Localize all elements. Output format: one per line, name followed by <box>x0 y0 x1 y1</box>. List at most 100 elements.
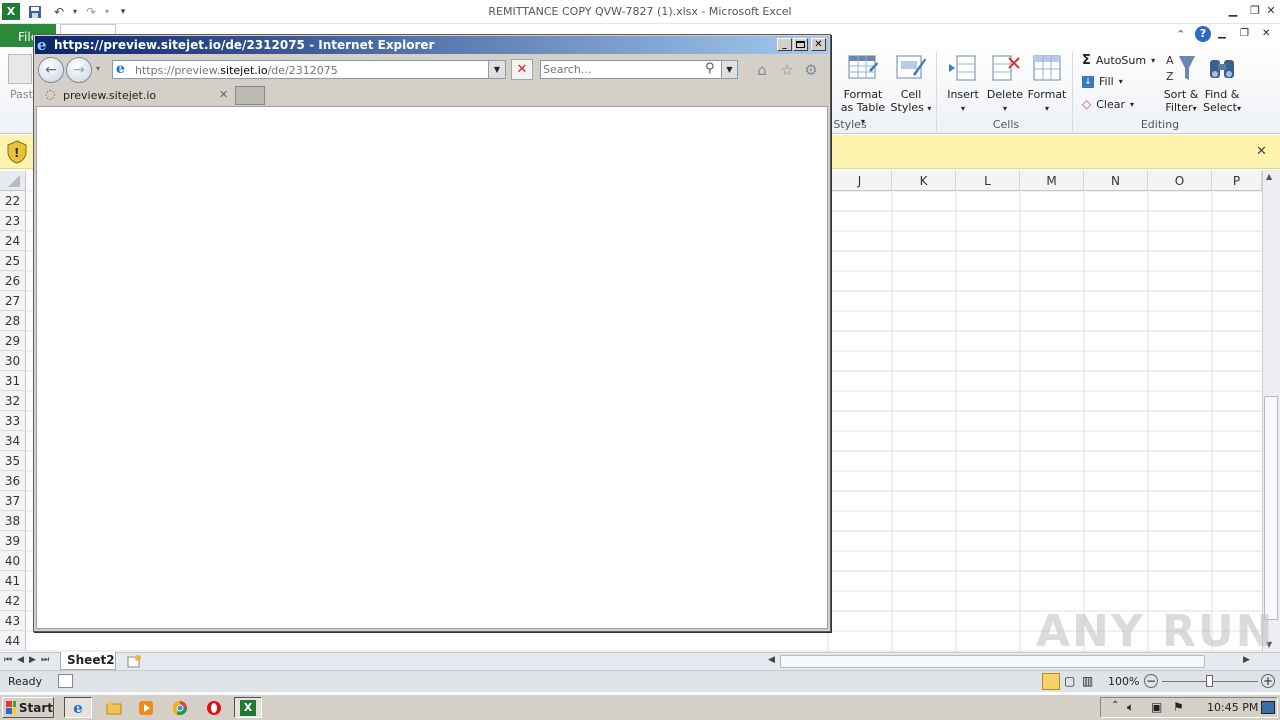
help-icon[interactable]: ? <box>1195 26 1211 42</box>
page-favicon-icon: e <box>116 61 125 77</box>
scroll-up-icon[interactable]: ▲ <box>1266 172 1272 181</box>
row-header[interactable]: 28 <box>0 311 26 331</box>
column-header[interactable]: K <box>892 171 956 191</box>
ie-close-icon[interactable]: ✕ <box>811 38 826 51</box>
row-header[interactable]: 22 <box>0 191 26 211</box>
column-header[interactable]: M <box>1020 171 1084 191</box>
delete-button[interactable]: Delete ▾ <box>986 52 1024 115</box>
back-icon[interactable]: ← <box>38 57 64 83</box>
format-button[interactable]: Format ▾ <box>1026 52 1068 115</box>
ribbon-minimize-icon[interactable]: ⌃ <box>1176 28 1185 41</box>
row-header[interactable]: 35 <box>0 451 26 471</box>
close-icon[interactable]: ✕ <box>1260 2 1280 18</box>
row-header[interactable]: 26 <box>0 271 26 291</box>
start-button[interactable]: Start <box>2 697 54 718</box>
select-all-corner[interactable] <box>0 171 26 191</box>
settings-gear-icon[interactable]: ⚙ <box>801 60 821 80</box>
page-break-view-icon[interactable]: ▥ <box>1082 674 1093 688</box>
row-header[interactable]: 43 <box>0 611 26 631</box>
row-header[interactable]: 25 <box>0 251 26 271</box>
address-dropdown-icon[interactable]: ▼ <box>488 61 505 78</box>
row-header[interactable]: 39 <box>0 531 26 551</box>
new-tab-button[interactable] <box>235 86 265 105</box>
macro-record-icon[interactable] <box>58 674 73 688</box>
zoom-level[interactable]: 100% <box>1108 675 1139 688</box>
row-header[interactable]: 40 <box>0 551 26 571</box>
normal-view-icon[interactable] <box>1042 673 1060 690</box>
cell-styles-button[interactable]: Cell Styles ▾ <box>890 52 932 115</box>
taskbar-media-player-icon[interactable] <box>132 697 160 718</box>
row-header[interactable]: 31 <box>0 371 26 391</box>
row-header[interactable]: 30 <box>0 351 26 371</box>
windows-logo-icon <box>6 700 16 714</box>
clear-button[interactable]: ◇ Clear ▾ <box>1082 97 1134 111</box>
insert-button[interactable]: Insert ▾ <box>944 52 982 115</box>
ie-maximize-icon[interactable] <box>793 38 808 51</box>
home-icon[interactable]: ⌂ <box>752 60 772 80</box>
sort-filter-button[interactable]: AZ Sort & Filter▾ <box>1160 52 1202 115</box>
taskbar-explorer-icon[interactable] <box>100 697 128 718</box>
security-bar-close-icon[interactable]: ✕ <box>1256 144 1267 159</box>
column-header[interactable]: O <box>1148 171 1212 191</box>
ie-tab[interactable]: ◌ preview.sitejet.io ✕ <box>39 86 233 106</box>
tray-expand-icon[interactable]: ⌃ <box>1111 700 1119 711</box>
row-header[interactable]: 29 <box>0 331 26 351</box>
taskbar-chrome-icon[interactable] <box>166 697 194 718</box>
ie-minimize-icon[interactable]: _ <box>777 38 792 51</box>
column-header[interactable]: N <box>1084 171 1148 191</box>
zoom-out-icon[interactable]: − <box>1144 674 1158 688</box>
insert-sheet-icon[interactable] <box>126 654 142 668</box>
taskbar-excel-icon[interactable]: X <box>234 697 262 718</box>
forward-icon[interactable]: → <box>66 57 92 83</box>
paste-icon[interactable] <box>8 54 32 84</box>
find-select-button[interactable]: Find & Select▾ <box>1202 52 1242 115</box>
workbook-minimize-icon[interactable]: ▁ <box>1218 28 1226 39</box>
workbook-close-icon[interactable]: ✕ <box>1262 28 1270 39</box>
row-header[interactable]: 44 <box>0 631 26 651</box>
ie-title-bar[interactable]: e https://preview.sitejet.io/de/2312075 … <box>35 36 829 54</box>
fill-button[interactable]: ↓ Fill ▾ <box>1082 75 1123 88</box>
volume-icon[interactable]: 🔈︎ <box>1127 700 1134 715</box>
vertical-scroll-thumb[interactable] <box>1264 396 1278 620</box>
clock[interactable]: 10:45 PM <box>1207 701 1258 714</box>
page-layout-view-icon[interactable]: ▢ <box>1064 674 1075 688</box>
zoom-in-icon[interactable]: + <box>1261 674 1275 688</box>
taskbar-ie-icon[interactable]: e <box>64 697 92 718</box>
sheet-nav-arrows-icon[interactable]: ⏮◀▶⏭ <box>4 655 54 665</box>
row-header[interactable]: 38 <box>0 511 26 531</box>
row-header[interactable]: 34 <box>0 431 26 451</box>
row-header[interactable]: 24 <box>0 231 26 251</box>
ie-tab-close-icon[interactable]: ✕ <box>219 88 228 101</box>
column-header[interactable]: J <box>828 171 892 191</box>
hscroll-left-icon[interactable]: ◀ <box>768 655 775 665</box>
row-header[interactable]: 36 <box>0 471 26 491</box>
network-icon[interactable]: ▣ <box>1151 700 1162 714</box>
stop-loading-icon[interactable]: ✕ <box>511 59 533 80</box>
search-input[interactable] <box>543 62 703 77</box>
row-header[interactable]: 27 <box>0 291 26 311</box>
column-header[interactable]: L <box>956 171 1020 191</box>
format-as-table-button[interactable]: Format as Table ▾ <box>838 52 888 128</box>
search-box[interactable]: ⚲ ▼ <box>540 60 738 79</box>
address-bar[interactable]: e https://preview.sitejet.io/de/2312075 … <box>112 60 506 79</box>
row-header[interactable]: 33 <box>0 411 26 431</box>
taskbar-opera-icon[interactable] <box>200 697 228 718</box>
row-header[interactable]: 37 <box>0 491 26 511</box>
minimize-icon[interactable]: ▁ <box>1222 2 1244 18</box>
autosum-button[interactable]: Σ AutoSum ▾ <box>1082 53 1155 68</box>
sheet-tab[interactable]: Sheet2 <box>60 652 116 670</box>
favorites-star-icon[interactable]: ☆ <box>777 60 797 80</box>
ie-page-content[interactable] <box>36 106 828 629</box>
search-magnifier-icon[interactable]: ⚲ <box>705 61 715 76</box>
row-header[interactable]: 32 <box>0 391 26 411</box>
row-header[interactable]: 42 <box>0 591 26 611</box>
history-dropdown-icon[interactable]: ▾ <box>96 64 100 73</box>
row-header[interactable]: 23 <box>0 211 26 231</box>
show-desktop-icon[interactable] <box>1261 701 1275 714</box>
workbook-restore-icon[interactable]: ❐ <box>1240 28 1249 39</box>
search-dropdown-icon[interactable]: ▼ <box>721 61 737 78</box>
column-header[interactable]: P <box>1212 171 1262 191</box>
zoom-slider-thumb[interactable] <box>1206 675 1213 687</box>
action-center-flag-icon[interactable]: ⚑ <box>1173 700 1184 714</box>
row-header[interactable]: 41 <box>0 571 26 591</box>
